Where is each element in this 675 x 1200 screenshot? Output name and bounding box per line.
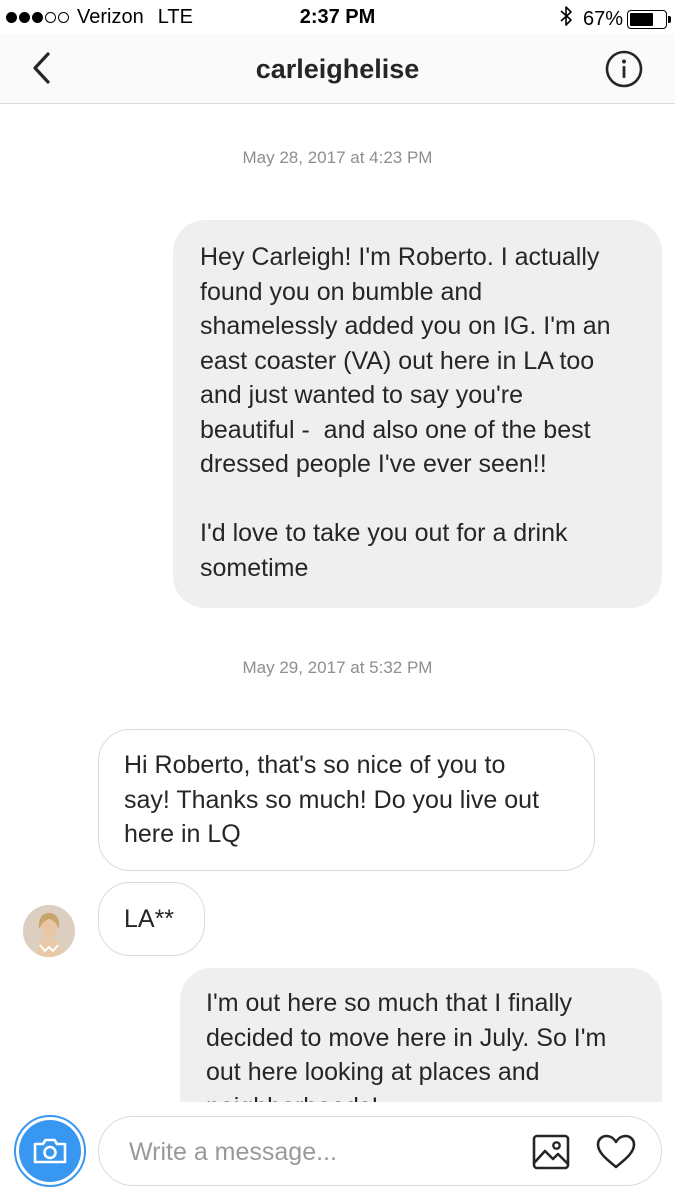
conversation-title[interactable]: carleighelise xyxy=(0,54,675,85)
camera-button[interactable] xyxy=(14,1115,86,1187)
message-composer xyxy=(0,1102,675,1200)
status-bar: Verizon LTE 2:37 PM 67% xyxy=(0,0,675,34)
heart-icon xyxy=(596,1134,636,1169)
battery-percent: 67% xyxy=(582,7,623,30)
sent-message-bubble[interactable]: Hey Carleigh! I'm Roberto. I actually fo… xyxy=(173,220,662,608)
message-timestamp: May 29, 2017 at 5:32 PM xyxy=(242,658,433,677)
battery-icon xyxy=(627,9,671,29)
received-message-bubble[interactable]: LA** xyxy=(98,882,205,956)
like-button[interactable] xyxy=(595,1133,637,1171)
status-right: 67% xyxy=(559,5,671,33)
message-input-container xyxy=(98,1116,662,1186)
nav-bar: carleighelise xyxy=(0,34,675,104)
bluetooth-icon xyxy=(559,5,573,33)
camera-icon xyxy=(33,1138,67,1164)
info-button[interactable] xyxy=(605,50,643,88)
message-input[interactable] xyxy=(129,1135,509,1169)
message-timestamp: May 28, 2017 at 4:23 PM xyxy=(242,148,433,167)
sender-avatar[interactable] xyxy=(23,905,75,957)
info-icon xyxy=(605,50,643,88)
received-message-bubble[interactable]: Hi Roberto, that's so nice of you to say… xyxy=(98,729,595,871)
gallery-button[interactable] xyxy=(531,1133,571,1171)
image-icon xyxy=(532,1134,570,1170)
